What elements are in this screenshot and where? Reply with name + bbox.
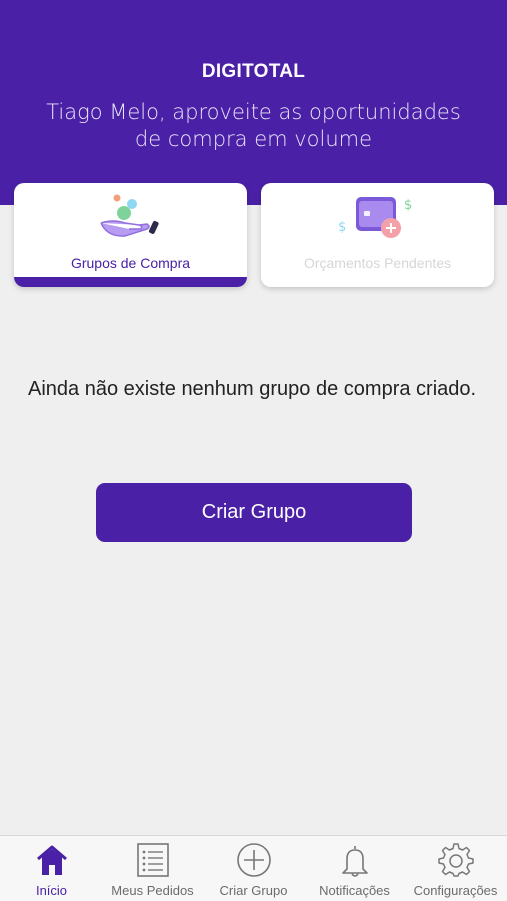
empty-state-message: Ainda não existe nenhum grupo de compra … [28, 378, 477, 400]
tab-orcamentos-pendentes[interactable]: $ $ Orçamentos Pendentes [261, 183, 494, 287]
app-brand: DIGITOTAL [201, 61, 306, 82]
tab-configuracoes[interactable]: Configurações [405, 836, 506, 901]
list-icon [136, 843, 169, 877]
active-indicator [14, 277, 247, 287]
home-icon [36, 845, 67, 875]
hand-coins-icon [100, 194, 159, 237]
svg-text:$: $ [404, 198, 412, 213]
tab-notificacoes[interactable]: Notificações [304, 836, 405, 901]
welcome-subtitle: Tiago Melo, aproveite as oportunidades d… [46, 100, 461, 151]
wallet-icon: $ $ [338, 197, 412, 238]
card-label: Grupos de Compra [70, 255, 191, 271]
tab-grupos-de-compra[interactable]: Grupos de Compra [14, 183, 247, 287]
gear-icon [437, 843, 474, 877]
create-group-button[interactable]: Criar Grupo [96, 483, 412, 542]
svg-text:$: $ [338, 220, 346, 235]
tab-criar-grupo[interactable]: Criar Grupo [203, 836, 304, 901]
bottom-tab-bar: Início Meus Pedidos Criar Grupo Notifica… [0, 835, 507, 901]
tab-label: Configurações [413, 883, 498, 898]
card-label: Orçamentos Pendentes [303, 255, 452, 271]
bell-icon [341, 846, 368, 877]
tab-meus-pedidos[interactable]: Meus Pedidos [102, 836, 203, 901]
plus-circle-icon [236, 843, 271, 877]
tab-inicio[interactable]: Início [1, 836, 102, 901]
header: DIGITOTAL Tiago Melo, aproveite as oport… [0, 0, 507, 205]
